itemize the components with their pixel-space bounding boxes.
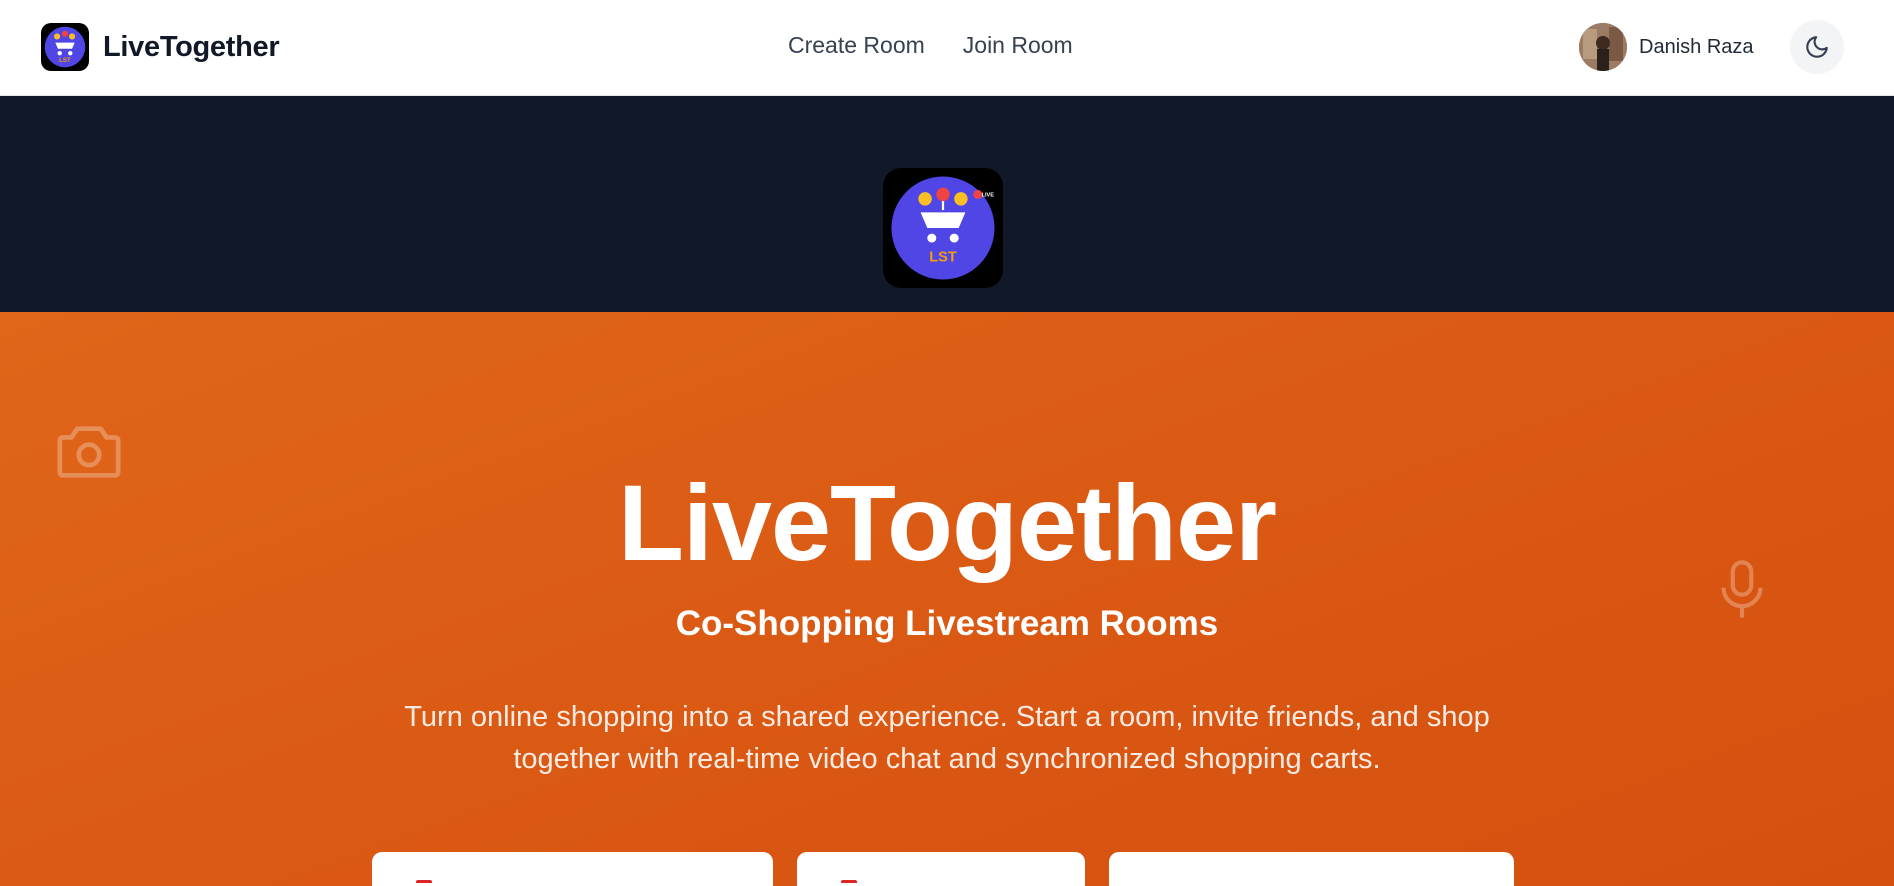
theme-toggle-button[interactable] [1790, 20, 1844, 74]
card-icon [416, 880, 432, 886]
avatar [1579, 23, 1627, 71]
hero-section: LiveTogether Co-Shopping Livestream Room… [0, 312, 1894, 886]
nav-links: Create Room Join Room [788, 32, 1073, 59]
brand-name: LiveTogether [103, 30, 280, 63]
feature-card[interactable] [797, 852, 1085, 886]
hero-title: LiveTogether [617, 462, 1277, 583]
hero-logo: LIVE LST [883, 168, 1003, 288]
svg-text:LST: LST [929, 250, 957, 266]
cart-icon: LST [44, 26, 86, 68]
nav-join-room[interactable]: Join Room [963, 32, 1073, 59]
hero-subtitle: Co-Shopping Livestream Rooms [675, 604, 1219, 643]
feature-card[interactable] [1109, 852, 1514, 886]
svg-text:LIVE: LIVE [982, 193, 995, 199]
nav-create-room[interactable]: Create Room [788, 32, 925, 59]
feature-card[interactable] [372, 852, 773, 886]
top-navbar: LST LiveTogether Create Room Join Room D… [0, 0, 1894, 96]
brand-logo: LST [41, 23, 89, 71]
hero-description: Turn online shopping into a shared exper… [404, 701, 1490, 775]
cart-icon: LIVE LST [891, 176, 995, 280]
brand[interactable]: LST LiveTogether [41, 23, 280, 71]
svg-text:LST: LST [59, 57, 71, 64]
logo-band: LIVE LST [0, 96, 1894, 312]
card-icon [841, 880, 857, 886]
user-menu[interactable]: Danish Raza [1579, 23, 1754, 71]
user-name: Danish Raza [1639, 35, 1754, 58]
moon-icon [1806, 36, 1828, 58]
